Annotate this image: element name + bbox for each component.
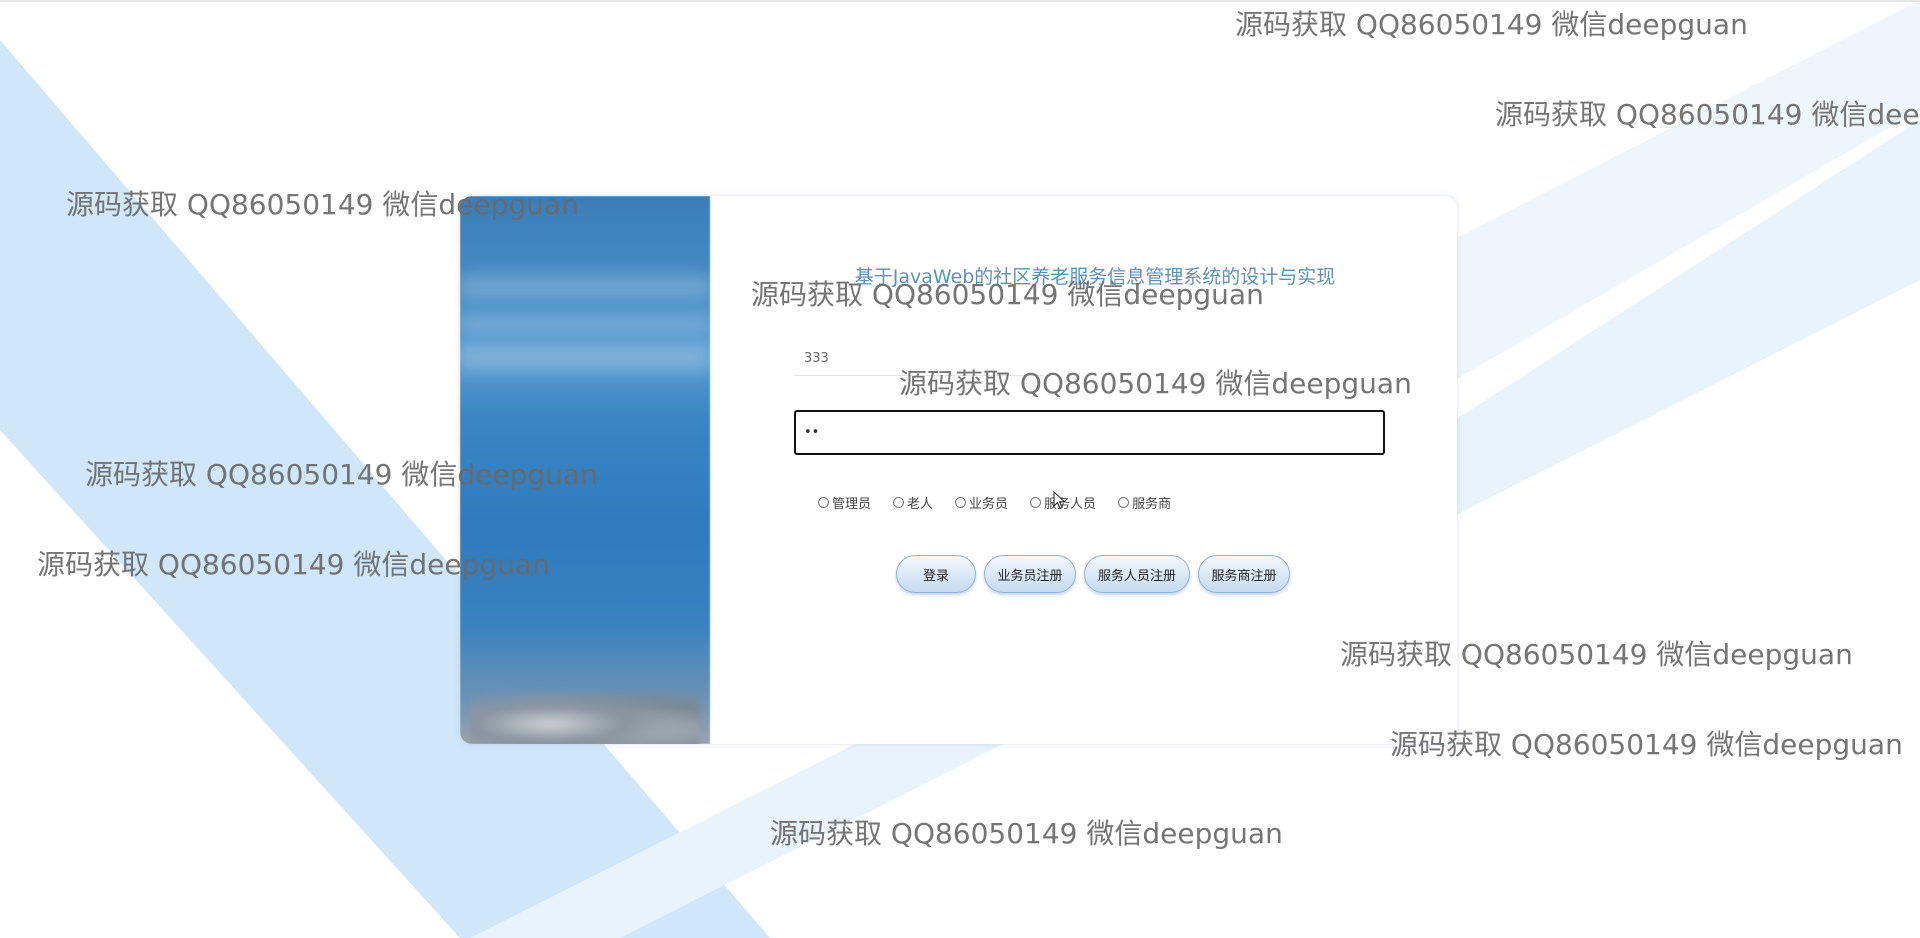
watermark-text: 源码获取 QQ86050149 微信deepguan xyxy=(66,188,579,221)
watermark-text: 源码获取 QQ86050149 微信deepguan xyxy=(899,367,1412,400)
register-salesman-button[interactable]: 业务员注册 xyxy=(984,555,1076,593)
role-admin-label: 管理员 xyxy=(832,496,872,512)
register-provider-button[interactable]: 服务商注册 xyxy=(1198,555,1290,593)
role-provider[interactable]: 服务商 xyxy=(1118,493,1171,512)
action-buttons: 登录 业务员注册 服务人员注册 服务商注册 xyxy=(896,555,1290,593)
radio-service-staff[interactable] xyxy=(1030,496,1042,508)
role-elder[interactable]: 老人 xyxy=(893,493,933,512)
radio-elder[interactable] xyxy=(893,496,905,508)
role-service-staff-label: 服务人员 xyxy=(1044,496,1097,512)
watermark-text: 源码获取 QQ86050149 微信deepguan xyxy=(1340,638,1853,671)
watermark-text: 源码获取 QQ86050149 微信deepguan xyxy=(1495,98,1920,131)
watermark-text: 源码获取 QQ86050149 微信deepguan xyxy=(751,278,1264,311)
watermark-text: 源码获取 QQ86050149 微信deepguan xyxy=(1235,8,1748,41)
role-salesman[interactable]: 业务员 xyxy=(955,493,1008,512)
top-border xyxy=(0,0,1920,2)
role-radio-group: 管理员 老人 业务员 服务人员 服务商 xyxy=(818,492,1193,512)
role-provider-label: 服务商 xyxy=(1132,496,1172,512)
password-input[interactable] xyxy=(794,410,1385,455)
login-button[interactable]: 登录 xyxy=(896,555,976,593)
watermark-text: 源码获取 QQ86050149 微信deepguan xyxy=(85,458,598,491)
watermark-text: 源码获取 QQ86050149 微信deepguan xyxy=(770,817,1283,850)
watermark-text: 源码获取 QQ86050149 微信deepguan xyxy=(1390,728,1903,761)
role-admin[interactable]: 管理员 xyxy=(818,493,871,512)
radio-provider[interactable] xyxy=(1118,496,1130,508)
role-salesman-label: 业务员 xyxy=(969,496,1009,512)
role-elder-label: 老人 xyxy=(907,496,934,512)
watermark-text: 源码获取 QQ86050149 微信deepguan xyxy=(37,548,550,581)
radio-salesman[interactable] xyxy=(955,496,967,508)
register-service-staff-button[interactable]: 服务人员注册 xyxy=(1084,555,1190,593)
mouse-pointer-icon xyxy=(1053,491,1066,510)
radio-admin[interactable] xyxy=(818,496,829,508)
